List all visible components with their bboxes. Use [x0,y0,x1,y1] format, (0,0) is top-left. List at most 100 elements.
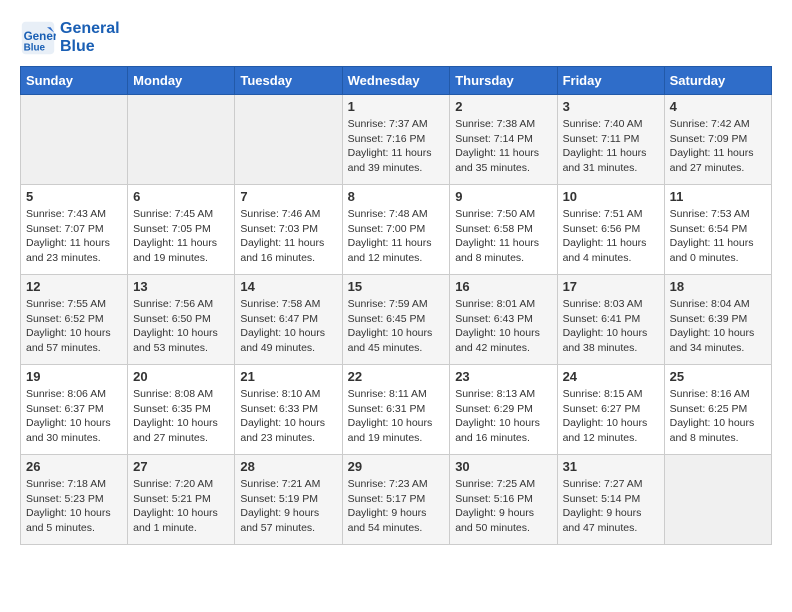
calendar-cell: 27Sunrise: 7:20 AM Sunset: 5:21 PM Dayli… [128,455,235,545]
day-info: Sunrise: 8:04 AM Sunset: 6:39 PM Dayligh… [670,297,766,356]
calendar-cell: 28 Sunrise: 7:21 AM Sunset: 5:19 PM Dayli… [235,455,342,545]
day-number: 23 [455,369,551,384]
calendar-cell: 17 Sunrise: 8:03 AM Sunset: 6:41 PM Dayli… [557,275,664,365]
calendar-cell: 21Sunrise: 8:10 AM Sunset: 6:33 PM Dayli… [235,365,342,455]
day-number: 24 [563,369,659,384]
logo-text-line1: General [60,20,120,38]
day-number: 16 [455,279,551,294]
calendar-cell [128,95,235,185]
day-number: 6 [133,189,229,204]
day-info: Sunrise: 7:56 AM Sunset: 6:50 PM Dayligh… [133,297,229,356]
svg-text:General: General [24,30,56,43]
calendar-week-row: 26Sunrise: 7:18 AM Sunset: 5:23 PM Dayli… [21,455,772,545]
calendar-cell: 16Sunrise: 8:01 AM Sunset: 6:43 PM Dayli… [450,275,557,365]
day-info: Sunrise: 7:45 AM Sunset: 7:05 PM Dayligh… [133,207,229,266]
day-info: Sunrise: 7:55 AM Sunset: 6:52 PM Dayligh… [26,297,122,356]
calendar-cell: 14Sunrise: 7:58 AM Sunset: 6:47 PM Dayli… [235,275,342,365]
calendar-cell: 11 Sunrise: 7:53 AM Sunset: 6:54 PM Dayli… [664,185,771,275]
day-info: Sunrise: 7:38 AM Sunset: 7:14 PM Dayligh… [455,117,551,176]
day-info: Sunrise: 8:16 AM Sunset: 6:25 PM Dayligh… [670,387,766,446]
calendar-cell: 23Sunrise: 8:13 AM Sunset: 6:29 PM Dayli… [450,365,557,455]
calendar-week-row: 19 Sunrise: 8:06 AM Sunset: 6:37 PM Dayli… [21,365,772,455]
calendar-cell: 2 Sunrise: 7:38 AM Sunset: 7:14 PM Daylig… [450,95,557,185]
calendar-cell: 5 Sunrise: 7:43 AM Sunset: 7:07 PM Daylig… [21,185,128,275]
day-info: Sunrise: 7:20 AM Sunset: 5:21 PM Dayligh… [133,477,229,536]
day-number: 1 [348,99,445,114]
day-info: Sunrise: 8:08 AM Sunset: 6:35 PM Dayligh… [133,387,229,446]
day-info: Sunrise: 7:37 AM Sunset: 7:16 PM Dayligh… [348,117,445,176]
calendar-cell: 3 Sunrise: 7:40 AM Sunset: 7:11 PM Daylig… [557,95,664,185]
day-number: 4 [670,99,766,114]
calendar-table: SundayMondayTuesdayWednesdayThursdayFrid… [20,66,772,545]
calendar-week-row: 5 Sunrise: 7:43 AM Sunset: 7:07 PM Daylig… [21,185,772,275]
col-header-tuesday: Tuesday [235,67,342,95]
calendar-cell: 13 Sunrise: 7:56 AM Sunset: 6:50 PM Dayli… [128,275,235,365]
day-number: 28 [240,459,336,474]
day-number: 7 [240,189,336,204]
day-number: 25 [670,369,766,384]
page-header: General Blue General Blue [20,20,772,56]
day-number: 18 [670,279,766,294]
col-header-monday: Monday [128,67,235,95]
day-info: Sunrise: 7:40 AM Sunset: 7:11 PM Dayligh… [563,117,659,176]
day-info: Sunrise: 7:21 AM Sunset: 5:19 PM Dayligh… [240,477,336,536]
day-number: 9 [455,189,551,204]
day-info: Sunrise: 8:06 AM Sunset: 6:37 PM Dayligh… [26,387,122,446]
day-number: 10 [563,189,659,204]
calendar-cell: 9 Sunrise: 7:50 AM Sunset: 6:58 PM Daylig… [450,185,557,275]
calendar-week-row: 1 Sunrise: 7:37 AM Sunset: 7:16 PM Daylig… [21,95,772,185]
day-info: Sunrise: 7:23 AM Sunset: 5:17 PM Dayligh… [348,477,445,536]
day-number: 19 [26,369,122,384]
calendar-cell: 15 Sunrise: 7:59 AM Sunset: 6:45 PM Dayli… [342,275,450,365]
calendar-cell: 10Sunrise: 7:51 AM Sunset: 6:56 PM Dayli… [557,185,664,275]
calendar-cell: 19 Sunrise: 8:06 AM Sunset: 6:37 PM Dayli… [21,365,128,455]
logo-text-line2: Blue [60,38,120,56]
day-number: 2 [455,99,551,114]
calendar-cell: 6 Sunrise: 7:45 AM Sunset: 7:05 PM Daylig… [128,185,235,275]
day-info: Sunrise: 7:53 AM Sunset: 6:54 PM Dayligh… [670,207,766,266]
calendar-cell: 18 Sunrise: 8:04 AM Sunset: 6:39 PM Dayli… [664,275,771,365]
day-number: 15 [348,279,445,294]
day-number: 11 [670,189,766,204]
calendar-cell: 24 Sunrise: 8:15 AM Sunset: 6:27 PM Dayli… [557,365,664,455]
calendar-cell: 31 Sunrise: 7:27 AM Sunset: 5:14 PM Dayli… [557,455,664,545]
col-header-friday: Friday [557,67,664,95]
day-number: 20 [133,369,229,384]
day-number: 14 [240,279,336,294]
logo: General Blue General Blue [20,20,120,56]
day-number: 3 [563,99,659,114]
day-number: 17 [563,279,659,294]
calendar-cell: 20 Sunrise: 8:08 AM Sunset: 6:35 PM Dayli… [128,365,235,455]
calendar-cell: 26Sunrise: 7:18 AM Sunset: 5:23 PM Dayli… [21,455,128,545]
calendar-cell: 29 Sunrise: 7:23 AM Sunset: 5:17 PM Dayli… [342,455,450,545]
col-header-sunday: Sunday [21,67,128,95]
day-info: Sunrise: 7:18 AM Sunset: 5:23 PM Dayligh… [26,477,122,536]
calendar-cell: 25 Sunrise: 8:16 AM Sunset: 6:25 PM Dayli… [664,365,771,455]
calendar-header-row: SundayMondayTuesdayWednesdayThursdayFrid… [21,67,772,95]
calendar-cell: 8Sunrise: 7:48 AM Sunset: 7:00 PM Daylig… [342,185,450,275]
calendar-cell [235,95,342,185]
calendar-cell: 1 Sunrise: 7:37 AM Sunset: 7:16 PM Daylig… [342,95,450,185]
logo-icon: General Blue [20,20,56,56]
calendar-cell: 30Sunrise: 7:25 AM Sunset: 5:16 PM Dayli… [450,455,557,545]
calendar-cell [664,455,771,545]
col-header-thursday: Thursday [450,67,557,95]
day-info: Sunrise: 7:27 AM Sunset: 5:14 PM Dayligh… [563,477,659,536]
day-info: Sunrise: 7:43 AM Sunset: 7:07 PM Dayligh… [26,207,122,266]
day-info: Sunrise: 8:11 AM Sunset: 6:31 PM Dayligh… [348,387,445,446]
day-number: 13 [133,279,229,294]
day-number: 29 [348,459,445,474]
day-info: Sunrise: 7:48 AM Sunset: 7:00 PM Dayligh… [348,207,445,266]
calendar-cell: 4Sunrise: 7:42 AM Sunset: 7:09 PM Daylig… [664,95,771,185]
svg-text:Blue: Blue [24,43,46,54]
day-info: Sunrise: 7:50 AM Sunset: 6:58 PM Dayligh… [455,207,551,266]
day-info: Sunrise: 8:15 AM Sunset: 6:27 PM Dayligh… [563,387,659,446]
day-number: 21 [240,369,336,384]
day-number: 30 [455,459,551,474]
day-info: Sunrise: 8:03 AM Sunset: 6:41 PM Dayligh… [563,297,659,356]
calendar-cell: 22Sunrise: 8:11 AM Sunset: 6:31 PM Dayli… [342,365,450,455]
day-number: 5 [26,189,122,204]
calendar-cell [21,95,128,185]
day-number: 31 [563,459,659,474]
day-info: Sunrise: 7:59 AM Sunset: 6:45 PM Dayligh… [348,297,445,356]
